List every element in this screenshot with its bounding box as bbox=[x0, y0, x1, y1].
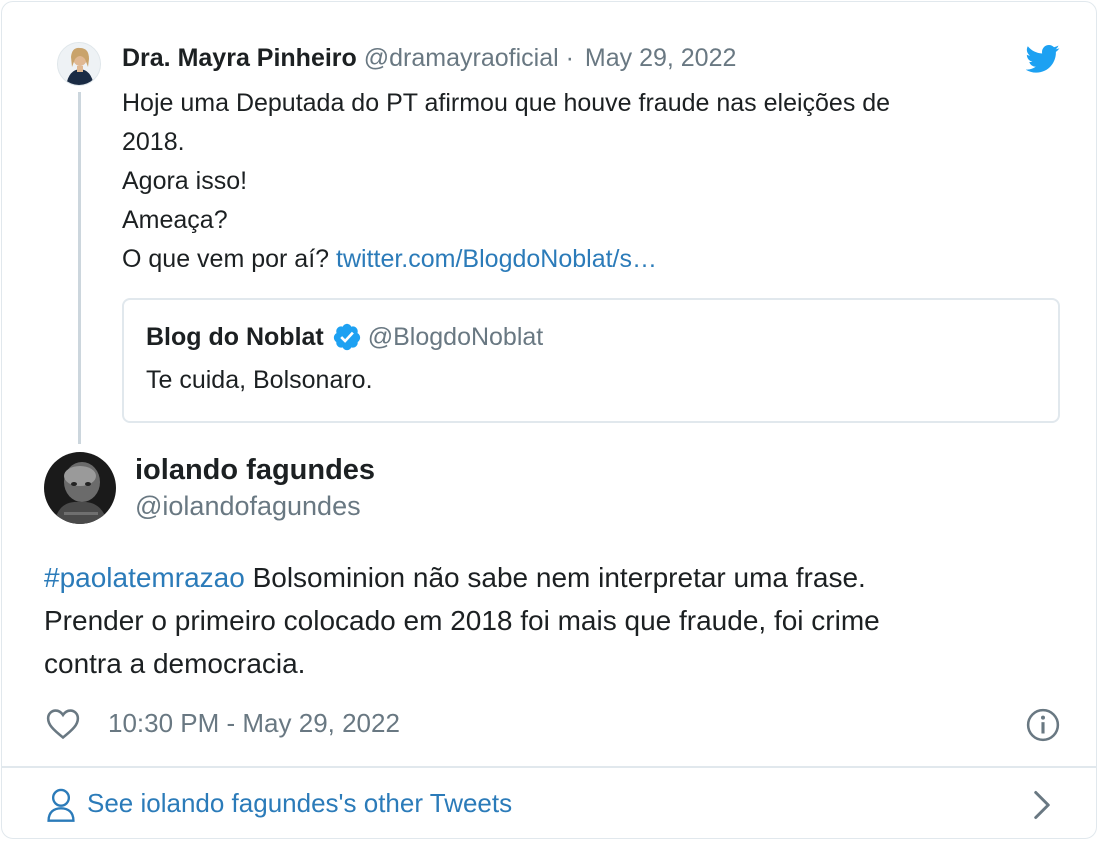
parent-text-line: Hoje uma Deputada do PT afirmou que houv… bbox=[122, 89, 891, 117]
tweet-timestamp[interactable]: 10:30 PM - May 29, 2022 bbox=[108, 708, 400, 739]
parent-author-avatar[interactable] bbox=[57, 42, 101, 86]
heart-icon[interactable] bbox=[46, 708, 80, 740]
tweet-actions-bar: 10:30 PM - May 29, 2022 bbox=[44, 702, 1060, 746]
parent-text-line: Agora isso! bbox=[122, 167, 248, 195]
main-author-name[interactable]: iolando fagundes bbox=[135, 454, 375, 487]
verified-badge-icon bbox=[333, 323, 360, 351]
main-author-avatar[interactable] bbox=[44, 452, 116, 524]
main-text-line: contra a democracia. bbox=[44, 648, 306, 679]
embedded-tweet-card: Dra. Mayra Pinheiro @dramayraoficial · M… bbox=[1, 1, 1097, 839]
parent-tweet-date[interactable]: May 29, 2022 bbox=[585, 44, 737, 72]
parent-text-line: O que vem por aí? twitter.com/BlogdoNobl… bbox=[122, 240, 1042, 279]
parent-author-handle[interactable]: @dramayraoficial bbox=[364, 44, 559, 72]
main-tweet-text: #paolatemrazao Bolsominion não sabe nem … bbox=[44, 556, 1054, 685]
parent-text-line: Ameaça? bbox=[122, 206, 228, 234]
thread-connector-line bbox=[78, 92, 81, 444]
person-icon bbox=[47, 788, 75, 822]
parent-text-line: 2018. bbox=[122, 128, 185, 156]
parent-author-name[interactable]: Dra. Mayra Pinheiro bbox=[122, 44, 357, 72]
main-text-line: Prender o primeiro colocado em 2018 foi … bbox=[44, 605, 880, 636]
quoted-author-handle: @BlogdoNoblat bbox=[367, 322, 544, 351]
header-separator: · bbox=[565, 44, 574, 72]
chevron-right-icon[interactable] bbox=[1032, 790, 1052, 820]
quoted-tweet[interactable]: Blog do Noblat @BlogdoNoblat Te cuida, B… bbox=[122, 298, 1060, 423]
see-other-tweets-footer[interactable]: See iolando fagundes's other Tweets bbox=[2, 768, 1096, 840]
parent-tweet-header: Dra. Mayra Pinheiro @dramayraoficial · M… bbox=[122, 44, 736, 73]
twitter-bird-icon[interactable] bbox=[1026, 44, 1060, 74]
see-other-tweets-link[interactable]: See iolando fagundes's other Tweets bbox=[87, 788, 512, 819]
main-text-fragment: Bolsominion não sabe nem interpretar uma… bbox=[244, 562, 866, 593]
quoted-tweet-link[interactable]: twitter.com/BlogdoNoblat/s… bbox=[336, 245, 657, 273]
quoted-author-name: Blog do Noblat bbox=[146, 322, 324, 351]
parent-text-last-line: O que vem por aí? bbox=[122, 245, 330, 273]
quoted-tweet-text: Te cuida, Bolsonaro. bbox=[146, 366, 373, 394]
parent-tweet-text: Hoje uma Deputada do PT afirmou que houv… bbox=[122, 84, 1042, 279]
main-text-line: #paolatemrazao Bolsominion não sabe nem … bbox=[44, 556, 1054, 599]
quoted-tweet-header: Blog do Noblat @BlogdoNoblat bbox=[146, 322, 543, 352]
info-icon[interactable] bbox=[1026, 708, 1060, 742]
main-author-handle[interactable]: @iolandofagundes bbox=[135, 491, 361, 522]
hashtag-link[interactable]: #paolatemrazao bbox=[44, 562, 245, 593]
